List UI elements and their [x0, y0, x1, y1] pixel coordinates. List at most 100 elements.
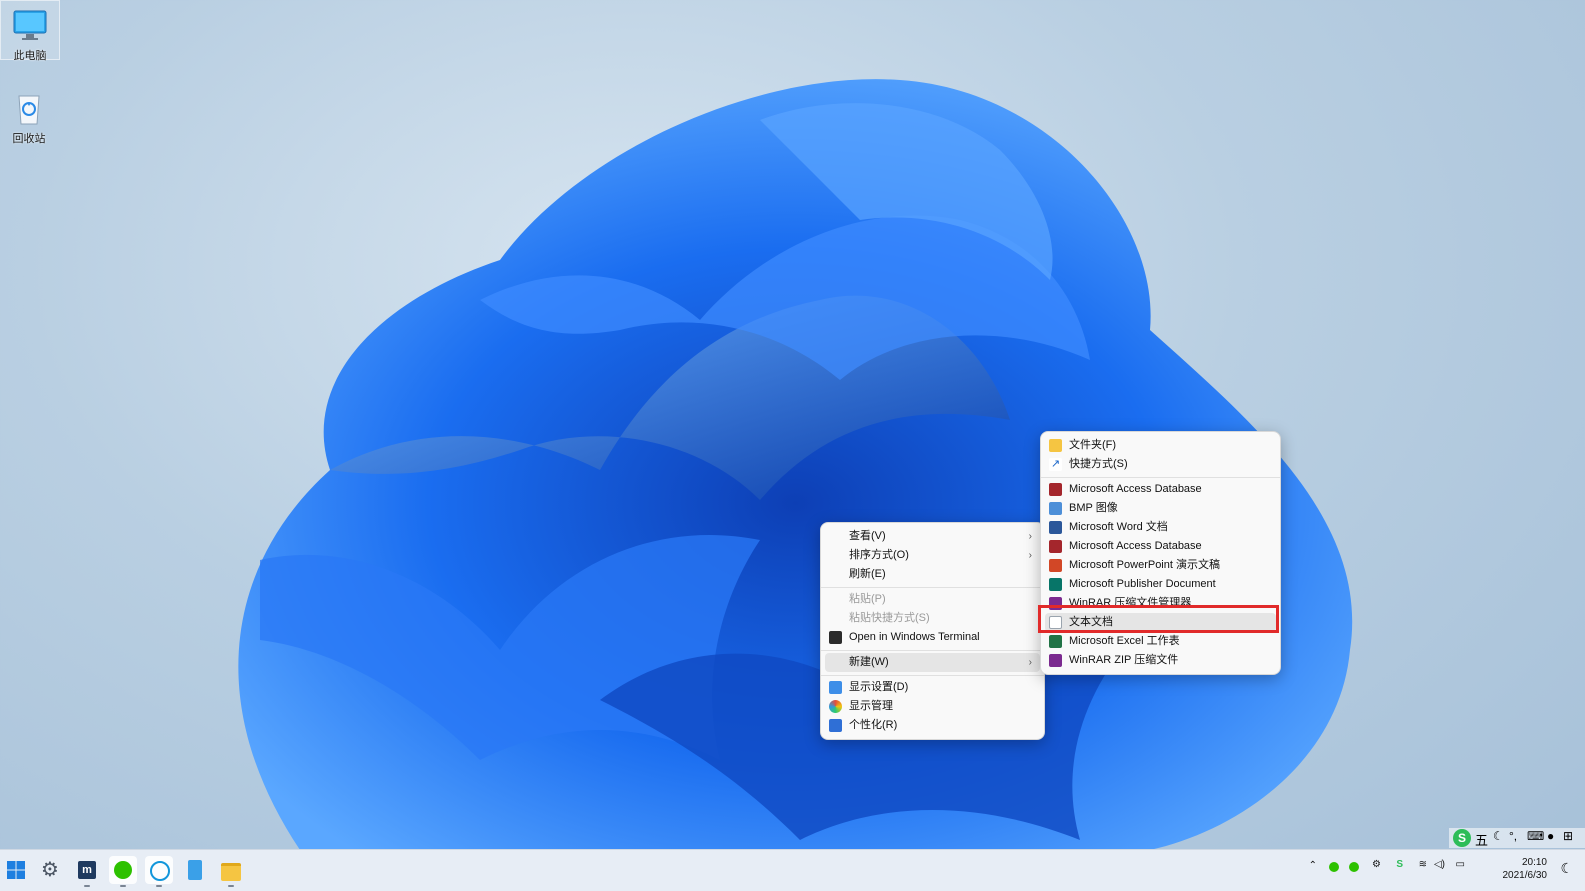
chevron-right-icon: › [1028, 531, 1032, 542]
menu-item-paste[interactable]: 粘贴(P) [825, 590, 1040, 609]
menu-item-label: 粘贴(P) [849, 593, 886, 605]
desktop-icon-recycle-bin[interactable]: 回收站 [0, 84, 58, 146]
submenu-item-access-db-2[interactable]: Microsoft Access Database [1045, 537, 1276, 556]
moon-icon[interactable]: ☾ [1493, 829, 1504, 843]
desktop-icon-this-pc[interactable]: 此电脑 [0, 0, 60, 62]
desktop-icon-label: 回收站 [12, 133, 46, 145]
new-submenu: 文件夹(F) ↗ 快捷方式(S) Microsoft Access Databa… [1040, 431, 1281, 675]
ime-mode-label[interactable]: 五 [1475, 830, 1488, 849]
volume-icon[interactable]: ◁) [1434, 859, 1445, 870]
taskbar-notepad[interactable] [181, 856, 209, 884]
search-chat-icon [150, 861, 170, 881]
menu-item-display-manager[interactable]: 显示管理 [825, 697, 1040, 716]
wechat-work-tray-icon[interactable] [1349, 862, 1359, 872]
menu-separator [821, 675, 1044, 676]
menu-separator [821, 587, 1044, 588]
chevron-right-icon: › [1028, 657, 1032, 668]
winrar-zip-icon [1049, 654, 1062, 667]
menu-item-sort[interactable]: 排序方式(O) › [825, 546, 1040, 565]
submenu-item-access-db[interactable]: Microsoft Access Database [1045, 480, 1276, 499]
recycle-bin-icon [9, 88, 49, 128]
chevron-right-icon: › [1028, 550, 1032, 561]
folder-icon [1049, 439, 1062, 452]
taskbar-file-explorer[interactable] [217, 856, 245, 887]
wechat-tray-icon[interactable] [1329, 862, 1339, 872]
shortcut-arrow-icon: ↗ [1049, 458, 1062, 471]
app-m-icon: m [78, 861, 96, 879]
notification-moon-icon[interactable]: ☾ [1560, 860, 1573, 877]
clock[interactable]: 20:10 2021/6/30 [1503, 856, 1548, 882]
keyboard-icon[interactable]: ⌨ [1527, 829, 1544, 843]
menu-item-label: 个性化(R) [849, 719, 898, 731]
menu-item-label: 快捷方式(S) [1069, 458, 1128, 470]
menu-item-label: Microsoft Access Database [1069, 483, 1202, 495]
submenu-item-bmp[interactable]: BMP 图像 [1045, 499, 1276, 518]
desktop-icon-label: 此电脑 [13, 50, 47, 62]
menu-item-label: Microsoft PowerPoint 演示文稿 [1069, 559, 1220, 571]
user-icon[interactable]: ● [1547, 829, 1554, 843]
display-icon [829, 681, 842, 694]
menu-item-label: 刷新(E) [849, 568, 886, 580]
submenu-item-shortcut[interactable]: ↗ 快捷方式(S) [1045, 455, 1276, 474]
battery-icon[interactable]: ▭ [1456, 859, 1465, 870]
taskbar-wechat[interactable] [109, 856, 137, 887]
running-indicator [156, 885, 162, 887]
access-icon [1049, 540, 1062, 553]
menu-separator [821, 650, 1044, 651]
powerpoint-icon [1049, 559, 1062, 572]
submenu-item-excel[interactable]: Microsoft Excel 工作表 [1045, 632, 1276, 651]
menu-item-open-terminal[interactable]: Open in Windows Terminal [825, 628, 1040, 647]
submenu-item-powerpoint[interactable]: Microsoft PowerPoint 演示文稿 [1045, 556, 1276, 575]
bmp-image-icon [1049, 502, 1062, 515]
wifi-icon[interactable]: ≋ [1419, 859, 1427, 870]
menu-item-new[interactable]: 新建(W) › [825, 653, 1040, 672]
taskbar-app-m[interactable]: m [73, 856, 101, 887]
start-button[interactable] [2, 856, 30, 884]
submenu-item-winrar-zip[interactable]: WinRAR ZIP 压缩文件 [1045, 651, 1276, 670]
color-wheel-icon [829, 700, 842, 713]
menu-item-view[interactable]: 查看(V) › [825, 527, 1040, 546]
menu-item-label: 文件夹(F) [1069, 439, 1117, 451]
taskbar-settings[interactable]: ⚙ [37, 856, 65, 884]
menu-item-label: 显示设置(D) [849, 681, 909, 693]
menu-item-label: Microsoft Excel 工作表 [1069, 635, 1180, 647]
terminal-icon [829, 631, 842, 644]
taskbar-qq[interactable] [145, 856, 173, 887]
submenu-item-folder[interactable]: 文件夹(F) [1045, 436, 1276, 455]
submenu-item-word[interactable]: Microsoft Word 文档 [1045, 518, 1276, 537]
menu-item-label: Microsoft Publisher Document [1069, 578, 1216, 590]
monitor-icon [10, 5, 50, 45]
running-indicator [84, 885, 90, 887]
settings-tray-icon[interactable]: ⚙ [1372, 859, 1381, 870]
menu-item-label: Microsoft Access Database [1069, 540, 1202, 552]
sogou-tray-icon[interactable]: S [1396, 859, 1403, 870]
access-icon [1049, 483, 1062, 496]
chevron-up-icon[interactable]: ⌃ [1309, 860, 1317, 871]
menu-item-label: 显示管理 [849, 700, 893, 712]
clock-time: 20:10 [1521, 857, 1547, 868]
running-indicator [228, 885, 234, 887]
gear-icon: ⚙ [41, 859, 59, 881]
punctuation-icon[interactable]: °, [1509, 829, 1517, 843]
highlight-annotation-box [1038, 605, 1279, 633]
menu-item-label: Open in Windows Terminal [849, 631, 980, 643]
wechat-icon [114, 861, 132, 879]
menu-item-label: 粘贴快捷方式(S) [849, 612, 930, 624]
desktop-context-menu: 查看(V) › 排序方式(O) › 刷新(E) 粘贴(P) 粘贴快捷方式(S) … [820, 522, 1045, 740]
menu-item-label: BMP 图像 [1069, 502, 1118, 514]
menu-item-label: 新建(W) [849, 656, 889, 668]
menu-item-refresh[interactable]: 刷新(E) [825, 565, 1040, 584]
sogou-ime-icon[interactable]: S [1453, 829, 1471, 847]
excel-icon [1049, 635, 1062, 648]
menu-item-personalize[interactable]: 个性化(R) [825, 716, 1040, 735]
menu-item-label: 排序方式(O) [849, 549, 909, 561]
menu-item-paste-shortcut[interactable]: 粘贴快捷方式(S) [825, 609, 1040, 628]
menu-item-display-settings[interactable]: 显示设置(D) [825, 678, 1040, 697]
publisher-icon [1049, 578, 1062, 591]
clock-date: 2021/6/30 [1502, 870, 1548, 881]
grid-icon[interactable]: ⊞ [1563, 829, 1573, 843]
menu-item-label: 查看(V) [849, 530, 886, 542]
ime-toolbar[interactable]: S 五 ☾ °, ⌨ ● ⊞ [1449, 828, 1585, 848]
running-indicator [120, 885, 126, 887]
submenu-item-publisher[interactable]: Microsoft Publisher Document [1045, 575, 1276, 594]
